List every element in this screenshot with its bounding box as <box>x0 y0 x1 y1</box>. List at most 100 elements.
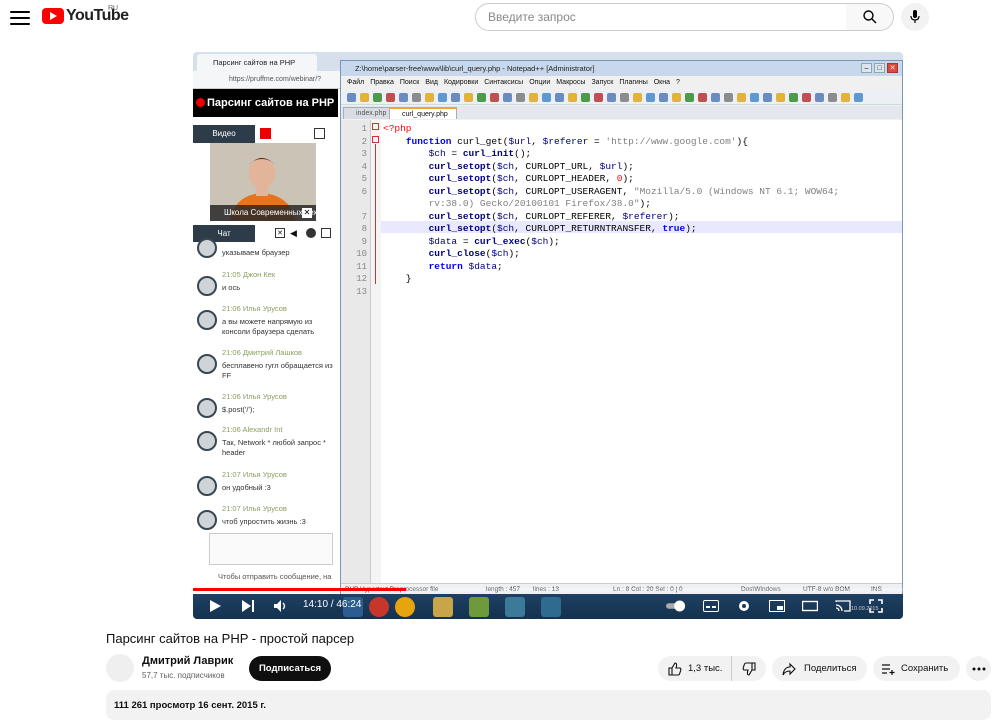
toolbar-icon[interactable] <box>672 93 681 102</box>
menu-item[interactable]: Вид <box>425 79 438 86</box>
toolbar-icon[interactable] <box>737 93 746 102</box>
toolbar-icon[interactable] <box>477 93 486 102</box>
menu-item[interactable]: Синтаксисы <box>484 79 523 86</box>
maximize-window-button[interactable]: □ <box>874 63 885 73</box>
minimize-window-button[interactable]: – <box>861 63 872 73</box>
youtube-logo[interactable]: YouTube RU <box>42 5 129 25</box>
menu-item[interactable]: Опции <box>529 79 550 86</box>
toolbar-icon[interactable] <box>828 93 837 102</box>
toolbar-icon[interactable] <box>620 93 629 102</box>
close-window-button[interactable]: ✕ <box>887 63 898 73</box>
theater-button[interactable] <box>800 596 820 616</box>
search-input[interactable] <box>475 3 847 31</box>
next-button[interactable] <box>238 596 258 616</box>
fold-icon[interactable] <box>372 136 379 143</box>
toolbar-icon[interactable] <box>698 93 707 102</box>
toolbar-icon[interactable] <box>425 93 434 102</box>
toolbar-icon[interactable] <box>750 93 759 102</box>
browser-tab-active[interactable]: Парсинг сайтов на PHP <box>197 54 317 71</box>
code-editor[interactable]: <?php function curl_get($url, $referer =… <box>381 120 902 583</box>
toolbar-icon[interactable] <box>555 93 564 102</box>
taskbar-app-icon[interactable] <box>541 597 561 617</box>
toolbar-icon[interactable] <box>841 93 850 102</box>
like-button[interactable]: 1,3 тыс. <box>658 656 732 681</box>
more-actions-button[interactable] <box>966 656 991 681</box>
chrome-icon[interactable] <box>395 597 415 617</box>
toolbar-icon[interactable] <box>581 93 590 102</box>
toolbar-icon[interactable] <box>542 93 551 102</box>
toolbar-icon[interactable] <box>438 93 447 102</box>
cast-button[interactable] <box>833 596 853 616</box>
volume-button[interactable] <box>271 596 291 616</box>
video-tab[interactable]: Видео <box>193 125 255 143</box>
record-icon[interactable] <box>260 128 271 139</box>
toolbar-icon[interactable] <box>711 93 720 102</box>
toolbar-icon[interactable] <box>386 93 395 102</box>
save-button[interactable]: Сохранить <box>873 656 960 681</box>
dislike-button[interactable] <box>732 656 766 681</box>
channel-avatar[interactable] <box>106 654 134 682</box>
editor-tab[interactable]: index.php <box>343 107 396 119</box>
notepad-taskbar-icon[interactable] <box>469 597 489 617</box>
minimize-icon[interactable] <box>306 228 316 238</box>
browser-address-bar[interactable]: https://pruffme.com/webinar/? <box>193 71 343 89</box>
menu-button[interactable] <box>10 8 30 28</box>
toolbar-icon[interactable] <box>516 93 525 102</box>
voice-search-button[interactable] <box>901 3 929 31</box>
menu-item[interactable]: Окна <box>654 79 670 86</box>
toolbar-icon[interactable] <box>412 93 421 102</box>
menu-item[interactable]: Плагины <box>619 79 647 86</box>
toolbar-icon[interactable] <box>373 93 382 102</box>
toolbar-icon[interactable] <box>633 93 642 102</box>
menu-item[interactable]: Правка <box>370 79 394 86</box>
taskbar-app-icon[interactable] <box>505 597 525 617</box>
fold-icon[interactable] <box>372 123 379 130</box>
toolbar-icon[interactable] <box>646 93 655 102</box>
share-button[interactable]: Поделиться <box>772 656 867 681</box>
settings-button[interactable] <box>734 596 754 616</box>
toolbar-icon[interactable] <box>724 93 733 102</box>
toolbar-icon[interactable] <box>399 93 408 102</box>
expand-icon[interactable] <box>314 128 325 139</box>
toolbar-icon[interactable] <box>464 93 473 102</box>
autoplay-toggle[interactable] <box>666 596 686 616</box>
miniplayer-button[interactable] <box>767 596 787 616</box>
toolbar-icon[interactable] <box>802 93 811 102</box>
menu-item[interactable]: ? <box>676 79 680 86</box>
toolbar-icon[interactable] <box>659 93 668 102</box>
menu-item[interactable]: Макросы <box>556 79 585 86</box>
toolbar-icon[interactable] <box>763 93 772 102</box>
video-player[interactable]: Парсинг сайтов на PHP https://pruffme.co… <box>193 52 903 619</box>
sound-icon[interactable]: ◀ <box>290 228 300 238</box>
menu-item[interactable]: Кодировки <box>444 79 478 86</box>
editor-tab-active[interactable]: curl_query.php <box>389 107 457 119</box>
toolbar-icon[interactable] <box>503 93 512 102</box>
description-box[interactable]: 111 261 просмотр 16 сент. 2015 г. <box>106 690 991 720</box>
toolbar-icon[interactable] <box>815 93 824 102</box>
opera-icon[interactable] <box>369 597 389 617</box>
toolbar-icon[interactable] <box>789 93 798 102</box>
toolbar-icon[interactable] <box>607 93 616 102</box>
channel-name[interactable]: Дмитрий Лаврик <box>142 655 233 667</box>
menu-item[interactable]: Файл <box>347 79 364 86</box>
toolbar-icon[interactable] <box>347 93 356 102</box>
toolbar-icon[interactable] <box>776 93 785 102</box>
toolbar-icon[interactable] <box>451 93 460 102</box>
toolbar-icon[interactable] <box>854 93 863 102</box>
chat-message-input[interactable] <box>209 533 333 565</box>
play-button[interactable] <box>205 596 225 616</box>
search-button[interactable] <box>846 3 894 31</box>
toolbar-icon[interactable] <box>594 93 603 102</box>
close-icon[interactable]: ✕ <box>275 228 285 238</box>
subtitles-button[interactable] <box>701 596 721 616</box>
menu-item[interactable]: Поиск <box>400 79 419 86</box>
toolbar-icon[interactable] <box>685 93 694 102</box>
toolbar-icon[interactable] <box>360 93 369 102</box>
expand-icon[interactable] <box>321 228 331 238</box>
menu-item[interactable]: Запуск <box>591 79 613 86</box>
folder-icon[interactable] <box>433 597 453 617</box>
toolbar-icon[interactable] <box>568 93 577 102</box>
subscribe-button[interactable]: Подписаться <box>249 656 331 681</box>
toolbar-icon[interactable] <box>529 93 538 102</box>
close-icon[interactable]: ✕ <box>302 208 312 218</box>
